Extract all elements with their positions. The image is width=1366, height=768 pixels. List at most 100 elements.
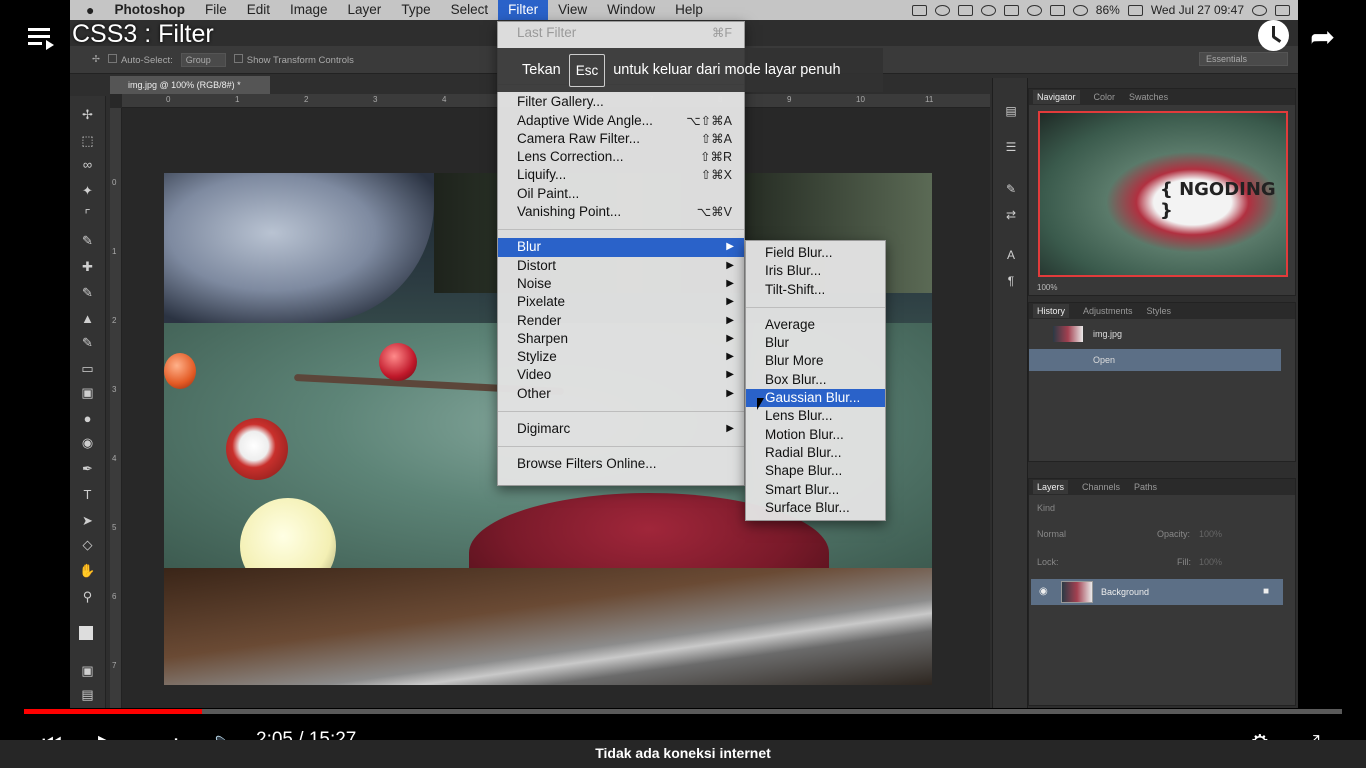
dodge-tool-icon[interactable]: ◉ xyxy=(79,436,96,450)
tab-layers[interactable]: Layers xyxy=(1033,480,1069,494)
cloud-icon[interactable] xyxy=(980,4,996,16)
submenu-item-radial-blur[interactable]: Radial Blur... xyxy=(746,444,885,462)
shape-tool-icon[interactable]: ◇ xyxy=(79,538,96,552)
video-progress-bar[interactable] xyxy=(24,709,1342,714)
menu-item-adaptive-wide-angle[interactable]: Adaptive Wide Angle... ⌥⇧⌘A xyxy=(498,112,744,130)
tab-navigator[interactable]: Navigator xyxy=(1033,90,1080,104)
tab-color[interactable]: Color xyxy=(1094,92,1116,102)
layer-row-background[interactable]: ◉ Background ■ xyxy=(1031,579,1283,605)
history-item-snapshot[interactable]: img.jpg xyxy=(1029,323,1281,345)
menu-image[interactable]: Image xyxy=(280,0,338,20)
wifi-icon[interactable] xyxy=(1072,4,1088,16)
dropbox-icon[interactable] xyxy=(957,4,973,16)
menu-item-vanishing-point[interactable]: Vanishing Point... ⌥⌘V xyxy=(498,203,744,221)
gradient-tool-icon[interactable]: ▣ xyxy=(79,386,96,400)
eyedropper-tool-icon[interactable]: ✎ xyxy=(79,234,96,248)
menu-item-camera-raw-filter[interactable]: Camera Raw Filter... ⇧⌘A xyxy=(498,130,744,148)
opacity-input[interactable]: 100% xyxy=(1199,529,1222,539)
paragraph-icon[interactable]: ¶ xyxy=(1003,274,1019,288)
submenu-item-iris-blur[interactable]: Iris Blur... xyxy=(746,262,885,280)
eraser-tool-icon[interactable]: ▭ xyxy=(79,362,96,376)
menu-window[interactable]: Window xyxy=(597,0,665,20)
workspace-select[interactable]: Essentials xyxy=(1198,52,1288,66)
menu-view[interactable]: View xyxy=(548,0,597,20)
menu-item-filter-gallery[interactable]: Filter Gallery... xyxy=(498,93,744,111)
tab-styles[interactable]: Styles xyxy=(1147,306,1172,316)
healing-tool-icon[interactable]: ✚ xyxy=(79,260,96,274)
menu-edit[interactable]: Edit xyxy=(237,0,280,20)
blur-tool-icon[interactable]: ● xyxy=(79,412,96,426)
layer-filter-kind[interactable]: Kind xyxy=(1037,503,1055,513)
character-icon[interactable]: A xyxy=(1003,248,1019,262)
type-tool-icon[interactable]: T xyxy=(79,488,96,502)
submenu-item-blur-more[interactable]: Blur More xyxy=(746,352,885,370)
menu-file[interactable]: File xyxy=(195,0,237,20)
brush-preset-icon[interactable]: ✎ xyxy=(1003,182,1019,196)
tab-history[interactable]: History xyxy=(1033,304,1070,318)
menu-item-render[interactable]: Render ▶ xyxy=(498,312,744,330)
camera-icon[interactable] xyxy=(911,4,927,16)
marquee-tool-icon[interactable]: ⬚ xyxy=(79,134,96,148)
spotlight-icon[interactable] xyxy=(1252,4,1267,16)
notification-center-icon[interactable] xyxy=(1275,4,1290,16)
fullscreen-video[interactable]: ● Photoshop File Edit Image Layer Type S… xyxy=(0,0,1366,768)
drive-icon[interactable] xyxy=(1003,4,1019,16)
brush-tool-icon[interactable]: ✎ xyxy=(79,286,96,300)
crop-tool-icon[interactable]: ⌜ xyxy=(79,208,96,222)
transform-checkbox[interactable]: Show Transform Controls xyxy=(233,53,354,66)
history-item-open[interactable]: Open xyxy=(1029,349,1281,371)
menu-item-other[interactable]: Other ▶ xyxy=(498,385,744,403)
menu-item-oil-paint[interactable]: Oil Paint... xyxy=(498,185,744,203)
menu-item-blur[interactable]: Blur ▶ xyxy=(498,238,744,257)
submenu-item-smart-blur[interactable]: Smart Blur... xyxy=(746,481,885,499)
menu-help[interactable]: Help xyxy=(665,0,713,20)
navigator-zoom[interactable]: 100% xyxy=(1037,283,1057,292)
time-machine-icon[interactable] xyxy=(1026,4,1042,16)
quick-mask-icon[interactable]: ▣ xyxy=(79,664,96,678)
playlist-icon[interactable] xyxy=(28,26,54,52)
tab-channels[interactable]: Channels xyxy=(1082,482,1120,492)
tab-paths[interactable]: Paths xyxy=(1134,482,1157,492)
history-brush-icon[interactable]: ✎ xyxy=(79,336,96,350)
auto-select-checkbox[interactable]: Auto-Select: xyxy=(107,53,173,66)
quick-select-tool-icon[interactable]: ✦ xyxy=(79,184,96,198)
menu-item-noise[interactable]: Noise ▶ xyxy=(498,275,744,293)
path-select-tool-icon[interactable]: ➤ xyxy=(79,514,96,528)
document-tab[interactable]: img.jpg @ 100% (RGB/8#) * xyxy=(110,76,270,94)
group-select[interactable]: Group xyxy=(180,52,226,67)
move-tool-icon[interactable]: ✢ xyxy=(79,108,96,122)
menu-item-distort[interactable]: Distort ▶ xyxy=(498,257,744,275)
menu-select[interactable]: Select xyxy=(441,0,499,20)
hand-tool-icon[interactable]: ✋ xyxy=(79,564,96,578)
clone-source-icon[interactable]: ⇄ xyxy=(1003,208,1019,222)
navigator-thumbnail[interactable]: { NGODING } xyxy=(1038,111,1288,277)
location-icon[interactable] xyxy=(934,4,950,16)
screen-mode-icon[interactable]: ▤ xyxy=(79,688,96,702)
properties-icon[interactable]: ☰ xyxy=(1003,140,1019,154)
menu-item-video[interactable]: Video ▶ xyxy=(498,366,744,384)
tab-swatches[interactable]: Swatches xyxy=(1129,92,1168,102)
menu-item-stylize[interactable]: Stylize ▶ xyxy=(498,348,744,366)
menu-filter[interactable]: Filter xyxy=(498,0,549,20)
submenu-item-blur[interactable]: Blur xyxy=(746,334,885,352)
submenu-item-box-blur[interactable]: Box Blur... xyxy=(746,371,885,389)
submenu-item-tilt-shift[interactable]: Tilt-Shift... xyxy=(746,281,885,299)
foreground-color-swatch[interactable] xyxy=(79,626,93,640)
menu-type[interactable]: Type xyxy=(391,0,440,20)
histogram-icon[interactable]: ▤ xyxy=(1003,104,1019,118)
lasso-tool-icon[interactable]: ∞ xyxy=(79,158,96,172)
menu-item-pixelate[interactable]: Pixelate ▶ xyxy=(498,293,744,311)
menu-layer[interactable]: Layer xyxy=(338,0,392,20)
submenu-item-average[interactable]: Average xyxy=(746,316,885,334)
menu-item-sharpen[interactable]: Sharpen ▶ xyxy=(498,330,744,348)
menu-item-liquify[interactable]: Liquify... ⇧⌘X xyxy=(498,166,744,184)
submenu-item-field-blur[interactable]: Field Blur... xyxy=(746,244,885,262)
video-title[interactable]: CSS3 : Filter xyxy=(72,20,214,49)
clock[interactable]: Wed Jul 27 09:47 xyxy=(1151,3,1244,17)
stamp-tool-icon[interactable]: ▲ xyxy=(79,312,96,326)
apple-icon[interactable]: ● xyxy=(70,2,104,18)
submenu-item-gaussian-blur[interactable]: Gaussian Blur... xyxy=(746,389,885,408)
menu-item-browse-filters-online[interactable]: Browse Filters Online... xyxy=(498,455,744,473)
submenu-item-motion-blur[interactable]: Motion Blur... xyxy=(746,426,885,444)
share-icon[interactable]: ➦ xyxy=(1310,20,1335,55)
